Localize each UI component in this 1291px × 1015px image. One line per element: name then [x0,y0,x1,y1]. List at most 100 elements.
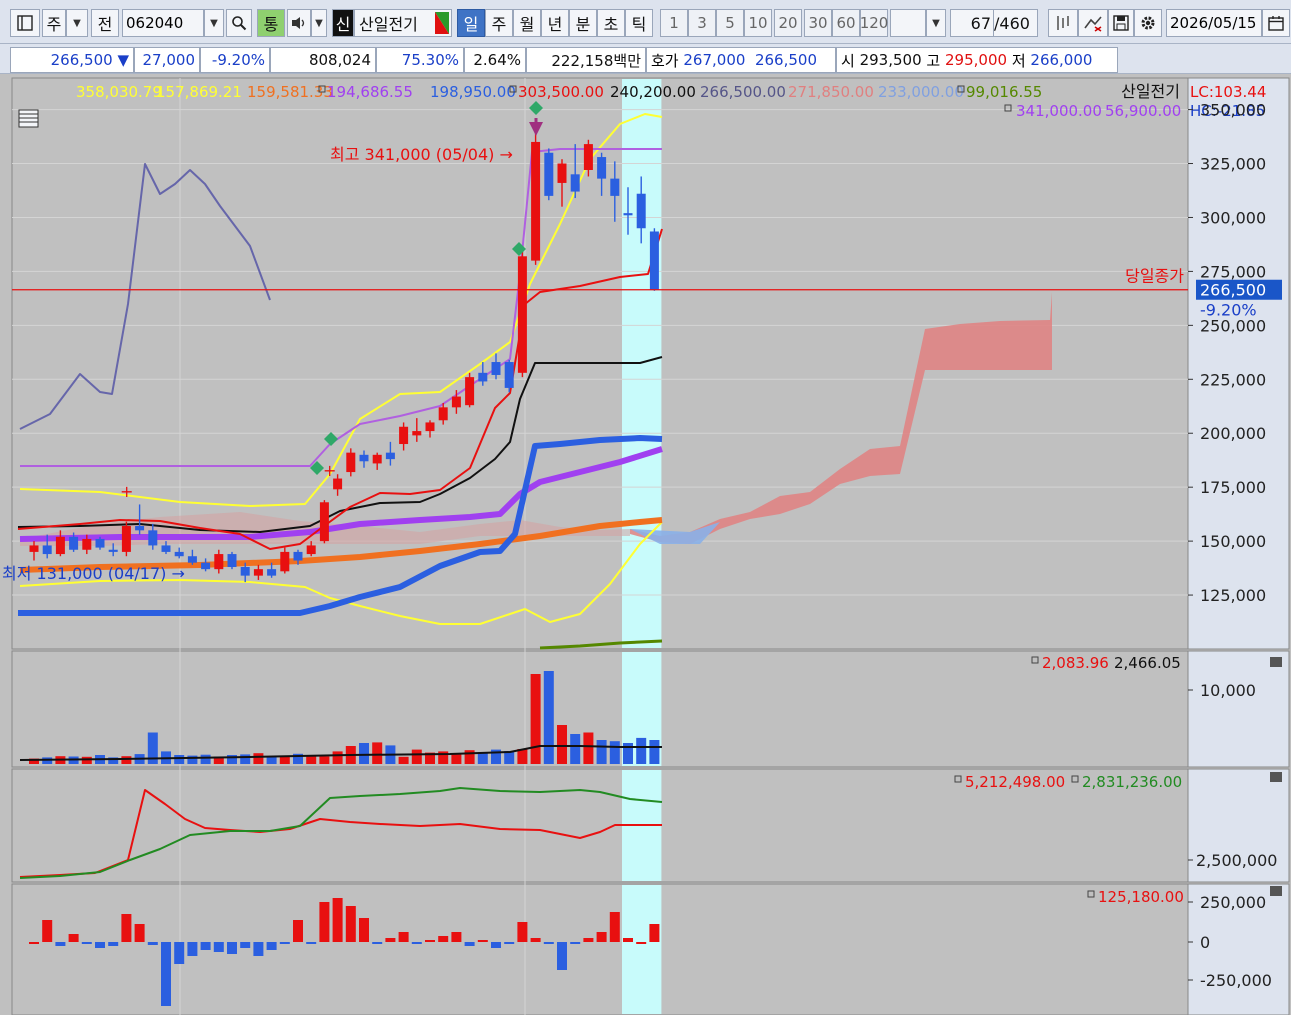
period-tab-1[interactable]: 주 [485,9,513,37]
candle-body [161,545,171,552]
trading-amount-value: 222,158백만 [551,51,641,70]
market-dropdown-icon[interactable]: ▼ [66,9,88,37]
interval-button-6[interactable]: 60 [832,9,860,37]
osc-bar [596,932,607,942]
price-axis-label: 175,000 [1200,478,1266,497]
volume-bar [583,732,594,764]
sound-icon[interactable] [287,9,311,37]
tick-settings-icon[interactable] [1048,9,1078,37]
shin-label: 신 [335,15,351,34]
osc-bar [266,942,277,950]
layout-icon[interactable] [10,9,40,37]
candle-body [306,545,316,555]
stock-code-input[interactable] [123,14,203,32]
obv-legend-0: 5,212,498.00 [965,773,1065,791]
period-tab-4[interactable]: 분 [569,9,597,37]
date-input-box[interactable] [1166,9,1262,37]
price-legend-3: 194,686.55 [327,83,413,101]
prev-button[interactable]: 전 [91,9,119,37]
toolbar: 주 ▼ 전 ▼ 통 ▼ 신 산일전기 일주월년분초틱 1351020306012… [0,0,1291,44]
volume-bar [240,754,251,764]
osc-bar [306,942,317,944]
price-axis-label: 225,000 [1200,370,1266,389]
code-dropdown-icon[interactable]: ▼ [204,9,224,37]
calendar-icon[interactable] [1262,9,1290,37]
candle-body [227,554,237,568]
interval-button-0[interactable]: 1 [660,9,688,37]
draw-line-icon[interactable] [1078,9,1108,37]
interval-input[interactable] [890,9,926,37]
open-label: 시 [841,51,855,70]
page-total: /460 [994,13,1030,33]
volume-bar [596,740,607,764]
stock-name-box[interactable]: 산일전기 [354,9,452,37]
osc-bar [240,942,251,948]
volume-bar [451,753,462,764]
osc-legend-0: 125,180.00 [1098,888,1184,906]
price-axis-label: 125,000 [1200,586,1266,605]
osc-bar [147,942,158,945]
gear-icon[interactable] [1134,9,1162,37]
interval-button-5[interactable]: 30 [804,9,832,37]
change-amount: 27,000 [134,47,200,73]
tong-button[interactable]: 통 [257,9,285,37]
interval-button-2[interactable]: 5 [716,9,744,37]
period-tab-0[interactable]: 일 [457,9,485,37]
prev-label: 전 [97,15,113,34]
candle-body [583,144,593,170]
osc-bar [477,940,488,942]
shin-badge[interactable]: 신 [332,9,354,37]
sound-dropdown-icon[interactable]: ▼ [311,9,327,37]
high-label: 고 [926,51,941,70]
close-line-label: 당일종가 [1125,267,1184,286]
volume-bar [372,742,383,764]
stock-chart[interactable]: 당일종가 최고 341,000 (05/04) → 최저 131,000 (04/1… [0,74,1291,1015]
osc-bar [398,932,409,942]
interval-button-7[interactable]: 120 [860,9,888,37]
osc-bar [319,902,330,942]
candle-body [29,545,39,552]
interval-button-1[interactable]: 3 [688,9,716,37]
osc-axis-label: 250,000 [1200,893,1266,912]
osc-bar [385,938,396,942]
osc-bar [636,942,647,944]
osc-bar [29,942,39,944]
volume-bar [477,753,488,764]
date-input[interactable] [1167,14,1261,32]
interval-dropdown-icon[interactable]: ▼ [926,9,946,37]
save-icon[interactable] [1108,9,1134,37]
candle-body [649,231,659,290]
candle-body [42,545,52,555]
current-price-label: 266,500 [1200,281,1266,300]
obv-legend-1: 2,831,236.00 [1082,773,1182,791]
osc-bar [570,942,581,944]
price-axis-label: 350,000 [1200,101,1266,120]
osc-bar [279,942,290,944]
interval-button-3[interactable]: 10 [744,9,772,37]
volume-bar [570,734,581,764]
price-axis-label: 200,000 [1200,424,1266,443]
interval-button-4[interactable]: 20 [774,9,802,37]
change-value: 27,000 [142,51,196,69]
candle-body [465,377,475,406]
period-tab-5[interactable]: 초 [597,9,625,37]
period-tab-6[interactable]: 틱 [625,9,653,37]
period-tab-3[interactable]: 년 [541,9,569,37]
price-legend-row2-1: 56,900.00 [1105,102,1181,120]
volume: 808,024 [270,47,376,73]
stock-code-input-box[interactable] [122,9,204,37]
tong-label: 통 [263,15,279,34]
page-count-input[interactable]: 67 [950,9,994,37]
search-icon[interactable] [226,9,252,37]
period-tab-2[interactable]: 월 [513,9,541,37]
plus-marker: + [323,461,336,480]
candle-body [425,422,435,432]
price-axis-label: 300,000 [1200,208,1266,227]
candle-body [69,536,79,550]
price-axis-label: 325,000 [1200,155,1266,174]
market-selector[interactable]: 주 [42,9,66,37]
chart-area[interactable]: 당일종가 최고 341,000 (05/04) → 최저 131,000 (04/1… [0,74,1291,1015]
quote-box: 호가 267,000 266,500 [646,47,836,73]
flag-icon [435,12,449,34]
price-legend-1: 157,869.21 [156,83,242,101]
